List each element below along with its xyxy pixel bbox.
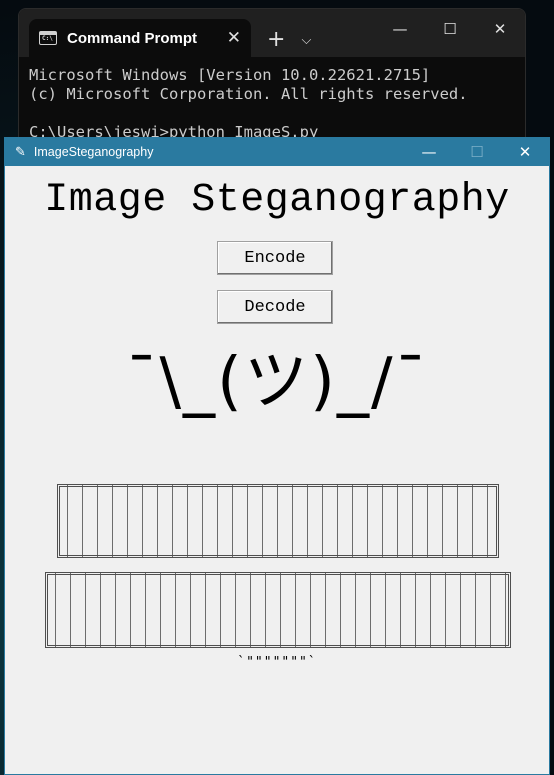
terminal-titlebar: C:\ Command Prompt ✕ + ⌵ — ☐ ✕ (19, 9, 525, 57)
close-icon[interactable]: ✕ (475, 9, 525, 49)
new-tab-icon[interactable]: + (267, 29, 285, 51)
app-heading: Image Steganography (44, 178, 510, 223)
terminal-line: Microsoft Windows [Version 10.0.22621.27… (29, 66, 431, 84)
command-prompt-icon: C:\ (39, 31, 57, 45)
chevron-down-icon[interactable]: ⌵ (301, 34, 311, 47)
close-icon[interactable]: ✕ (501, 138, 549, 166)
minimize-icon[interactable]: — (375, 9, 425, 49)
app-window-title: ImageSteganography (33, 145, 154, 159)
app-titlebar: ✎ ImageSteganography — ☐ ✕ (5, 138, 549, 166)
shrug-emoticon: ¯\_(ツ)_/¯ (125, 345, 429, 419)
close-tab-icon[interactable]: ✕ (227, 29, 241, 47)
terminal-tab[interactable]: C:\ Command Prompt ✕ (29, 19, 251, 57)
terminal-tab-title: Command Prompt (67, 29, 198, 47)
maximize-icon: ☐ (470, 143, 484, 161)
maximize-icon[interactable]: ☐ (425, 9, 475, 49)
terminal-line: (c) Microsoft Corporation. All rights re… (29, 85, 468, 103)
minimize-icon[interactable]: — (405, 138, 453, 166)
ascii-art-footer: `"""""""` (237, 655, 317, 670)
ascii-art-banner-top (57, 484, 499, 558)
ascii-art-banner-bottom (45, 572, 511, 648)
decode-button[interactable]: Decode (217, 290, 333, 324)
steganography-window: ✎ ImageSteganography — ☐ ✕ Image Stegano… (4, 137, 550, 775)
encode-button[interactable]: Encode (217, 241, 333, 275)
feather-icon: ✎ (15, 144, 26, 160)
